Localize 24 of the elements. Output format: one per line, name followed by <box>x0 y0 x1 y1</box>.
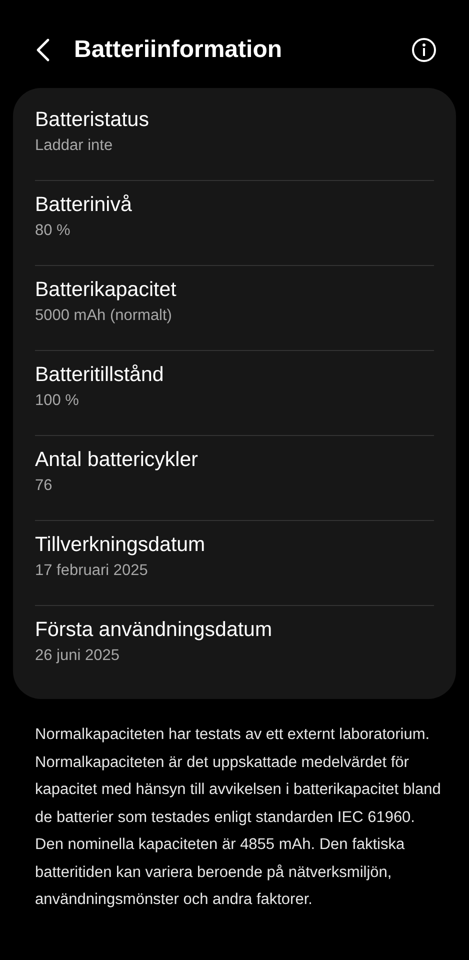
row-label: Första användningsdatum <box>35 618 272 642</box>
footnote-text: Normalkapaciteten har testats av ett externt laboratorium. Normalkapaciteten är det uppskattade medelvärdet för kapacitet med hänsyn till avvikelsen i batterikapacitet bland de batterier som testades enligt standarden IEC 61960. Den nominella kapaciteten är 4855 mAh. Den faktiska batteritiden kan variera beroende på nätverksmiljön, användningsmönster och andra faktorer. <box>35 725 441 910</box>
row-value: Laddar inte <box>35 137 113 155</box>
settings-row[interactable]: Tillverkningsdatum 17 februari 2025 <box>35 521 434 606</box>
row-value: 76 <box>35 477 52 495</box>
settings-row[interactable]: Batterikapacitet 5000 mAh (normalt) <box>35 266 434 351</box>
info-button[interactable] <box>411 37 437 63</box>
row-value: 5000 mAh (normalt) <box>35 307 172 325</box>
row-label: Batterikapacitet <box>35 278 176 302</box>
settings-row[interactable]: Antal battericykler 76 <box>35 436 434 521</box>
settings-row[interactable]: Batteritillstånd 100 % <box>35 351 434 436</box>
row-label: Batteristatus <box>35 108 149 132</box>
row-value: 26 juni 2025 <box>35 647 120 665</box>
settings-row[interactable]: Batterinivå 80 % <box>35 181 434 266</box>
page-title: Batteriinformation <box>74 36 284 64</box>
settings-row[interactable]: Första användningsdatum 26 juni 2025 <box>35 606 434 691</box>
row-value: 80 % <box>35 222 70 240</box>
row-label: Tillverkningsdatum <box>35 533 206 557</box>
row-label: Batteritillstånd <box>35 363 164 387</box>
row-value: 17 februari 2025 <box>35 562 148 580</box>
row-label: Antal battericykler <box>35 448 198 472</box>
row-label: Batterinivå <box>35 193 132 217</box>
row-value: 100 % <box>35 392 79 410</box>
settings-row[interactable]: Batteristatus Laddar inte <box>35 96 434 181</box>
